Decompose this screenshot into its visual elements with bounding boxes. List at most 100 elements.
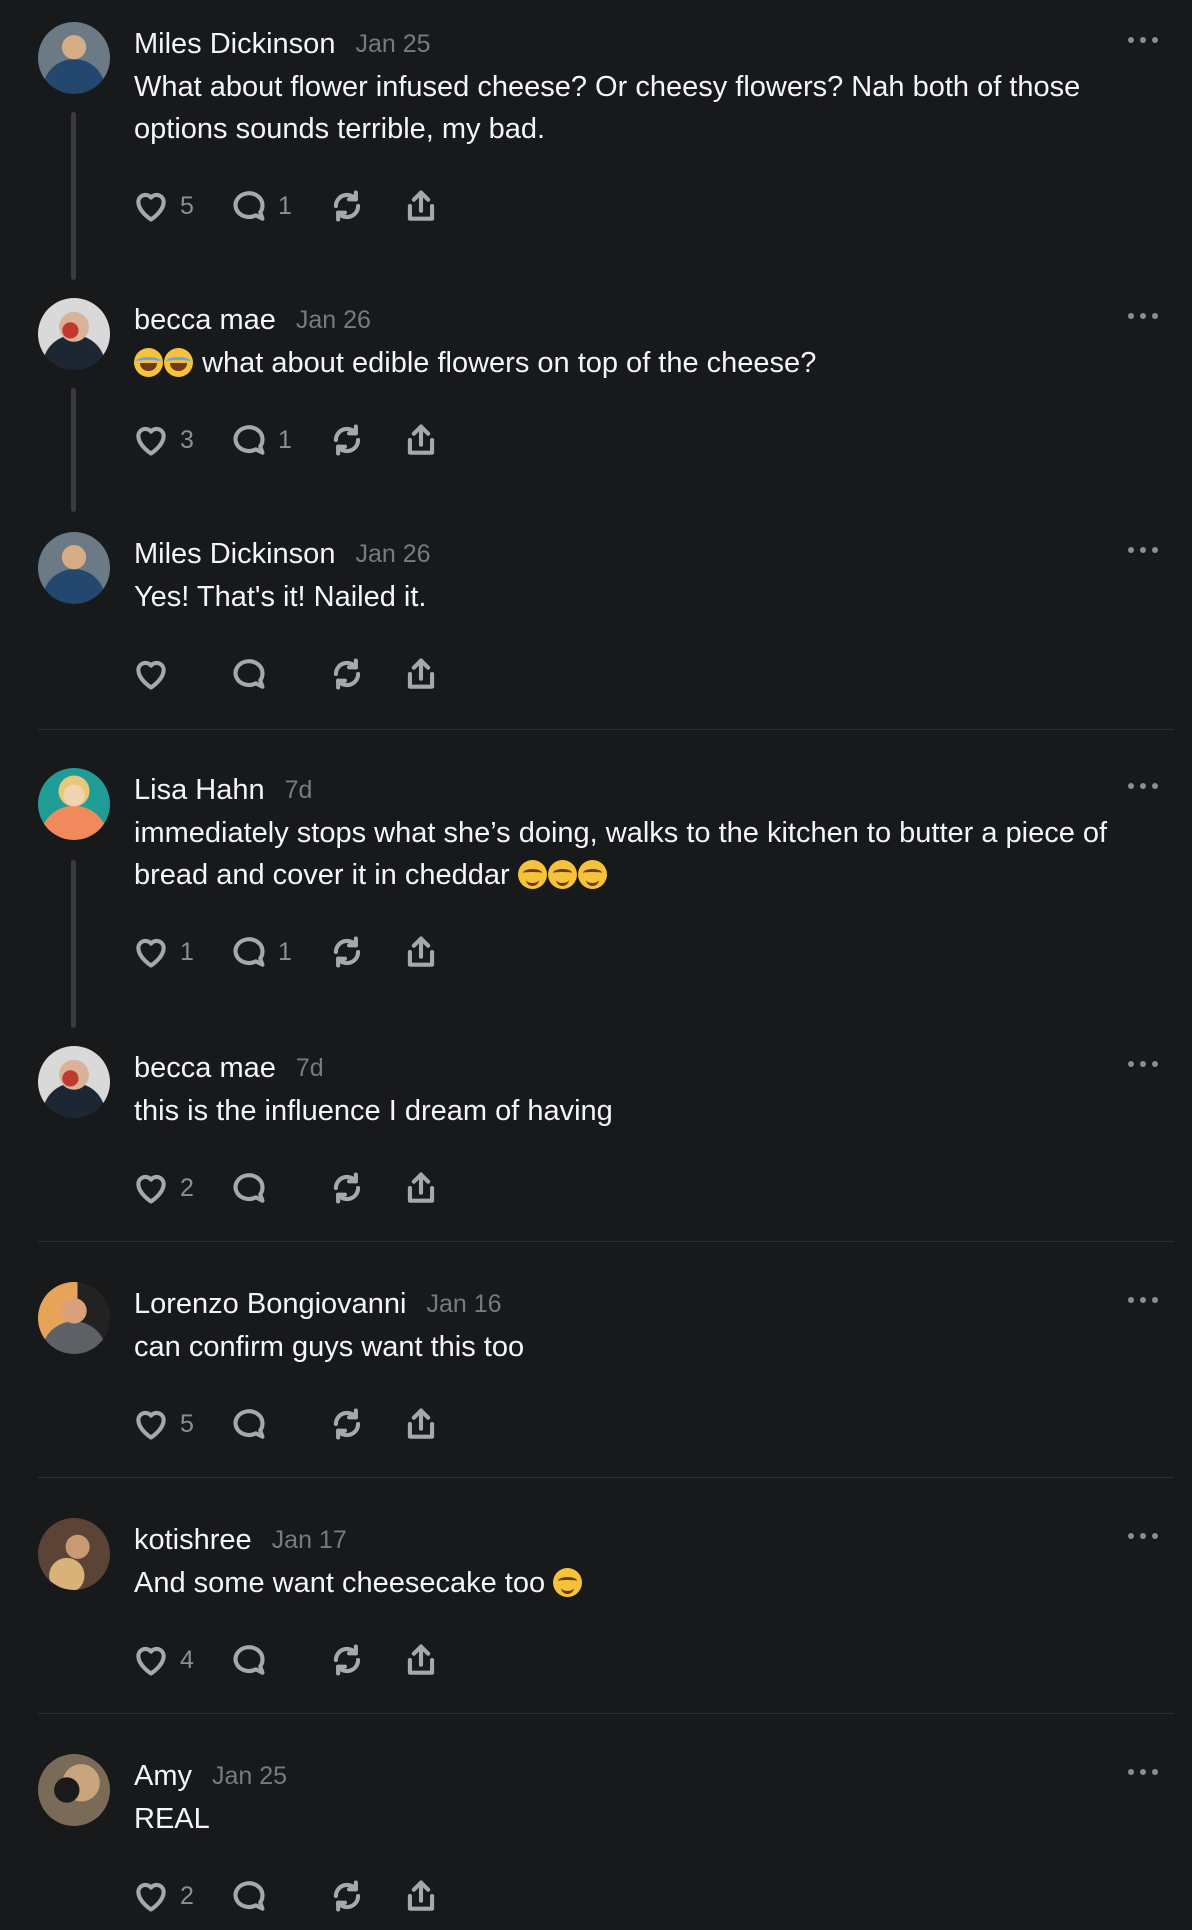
like-count: 1 [180, 937, 194, 966]
like-count: 2 [180, 1881, 194, 1910]
share-icon [407, 1644, 435, 1675]
more-icon[interactable] [1128, 540, 1158, 560]
like-button[interactable]: 2 [132, 1877, 194, 1915]
reply-button[interactable]: 1 [230, 421, 292, 459]
more-icon[interactable] [1128, 1526, 1158, 1546]
repost-button[interactable] [328, 1169, 366, 1207]
share-icon [407, 658, 435, 689]
heart-icon [136, 192, 166, 222]
repost-button[interactable] [328, 1641, 366, 1679]
share-icon [407, 1880, 435, 1911]
share-button[interactable] [402, 933, 440, 971]
share-icon [407, 936, 435, 967]
comment-icon [233, 1645, 265, 1675]
avatar[interactable] [38, 768, 110, 840]
repost-icon [333, 1644, 361, 1676]
more-icon[interactable] [1128, 306, 1158, 326]
avatar[interactable] [38, 1754, 110, 1826]
comment-icon [233, 659, 265, 689]
post-text-body: what about edible flowers on top of the … [202, 347, 817, 379]
avatar[interactable] [38, 532, 110, 604]
author-name[interactable]: kotishree [134, 1524, 252, 1557]
reply-button[interactable] [230, 655, 292, 693]
like-count: 2 [180, 1173, 194, 1202]
like-count: 4 [180, 1645, 194, 1674]
share-button[interactable] [402, 1169, 440, 1207]
reply-count: 1 [278, 425, 292, 454]
more-icon[interactable] [1128, 1762, 1158, 1782]
timestamp[interactable]: Jan 25 [355, 30, 430, 59]
like-button[interactable]: 3 [132, 421, 194, 459]
repost-button[interactable] [328, 933, 366, 971]
author-name[interactable]: becca mae [134, 1052, 276, 1085]
timestamp[interactable]: 7d [285, 776, 313, 805]
reply-button[interactable]: 1 [230, 933, 292, 971]
like-button[interactable]: 5 [132, 187, 194, 225]
share-button[interactable] [402, 1641, 440, 1679]
timestamp[interactable]: Jan 16 [426, 1290, 501, 1319]
share-icon [407, 1172, 435, 1203]
post-text: 😂😂 what about edible flowers on top of t… [134, 342, 1154, 384]
comment-icon [233, 191, 265, 221]
repost-icon [333, 424, 361, 456]
like-button[interactable] [132, 655, 194, 693]
like-button[interactable]: 1 [132, 933, 194, 971]
share-button[interactable] [402, 1405, 440, 1443]
author-name[interactable]: Miles Dickinson [134, 28, 335, 61]
divider [38, 1477, 1174, 1478]
timestamp[interactable]: 7d [296, 1054, 324, 1083]
share-button[interactable] [402, 187, 440, 225]
reply-button[interactable] [230, 1405, 292, 1443]
share-icon [407, 1408, 435, 1439]
timestamp[interactable]: Jan 26 [355, 540, 430, 569]
more-icon[interactable] [1128, 30, 1158, 50]
repost-icon [333, 936, 361, 968]
avatar[interactable] [38, 1046, 110, 1118]
avatar[interactable] [38, 298, 110, 370]
repost-button[interactable] [328, 1405, 366, 1443]
like-count: 3 [180, 425, 194, 454]
author-name[interactable]: Amy [134, 1760, 192, 1793]
reply-button[interactable] [230, 1877, 292, 1915]
author-name[interactable]: becca mae [134, 304, 276, 337]
more-icon[interactable] [1128, 1054, 1158, 1074]
author-name[interactable]: Miles Dickinson [134, 538, 335, 571]
like-button[interactable]: 4 [132, 1641, 194, 1679]
avatar[interactable] [38, 22, 110, 94]
reply-button[interactable] [230, 1641, 292, 1679]
comment-icon [233, 1409, 265, 1439]
post-text-body: And some want cheesecake too [134, 1567, 546, 1599]
reply-button[interactable] [230, 1169, 292, 1207]
author-name[interactable]: Lorenzo Bongiovanni [134, 1288, 406, 1321]
comment-icon [233, 1173, 265, 1203]
divider [38, 729, 1174, 730]
repost-button[interactable] [328, 421, 366, 459]
more-icon[interactable] [1128, 1290, 1158, 1310]
author-name[interactable]: Lisa Hahn [134, 774, 265, 807]
heart-icon [136, 1410, 166, 1440]
relief-emoji-icon [547, 860, 577, 889]
repost-button[interactable] [328, 187, 366, 225]
share-button[interactable] [402, 1877, 440, 1915]
timestamp[interactable]: Jan 25 [212, 1762, 287, 1791]
reply-count: 1 [278, 191, 292, 220]
thread-line [71, 860, 76, 1028]
laugh-emoji-icon [164, 348, 193, 377]
more-icon[interactable] [1128, 776, 1158, 796]
post-text: And some want cheesecake too 😌 [134, 1562, 1154, 1604]
divider [38, 1241, 1174, 1242]
post-text: can confirm guys want this too [134, 1331, 525, 1363]
avatar[interactable] [38, 1282, 110, 1354]
share-button[interactable] [402, 421, 440, 459]
repost-button[interactable] [328, 655, 366, 693]
repost-icon [333, 1408, 361, 1440]
repost-button[interactable] [328, 1877, 366, 1915]
like-button[interactable]: 2 [132, 1169, 194, 1207]
share-button[interactable] [402, 655, 440, 693]
heart-icon [136, 660, 166, 690]
like-button[interactable]: 5 [132, 1405, 194, 1443]
timestamp[interactable]: Jan 26 [296, 306, 371, 335]
avatar[interactable] [38, 1518, 110, 1590]
reply-button[interactable]: 1 [230, 187, 292, 225]
timestamp[interactable]: Jan 17 [272, 1526, 347, 1555]
